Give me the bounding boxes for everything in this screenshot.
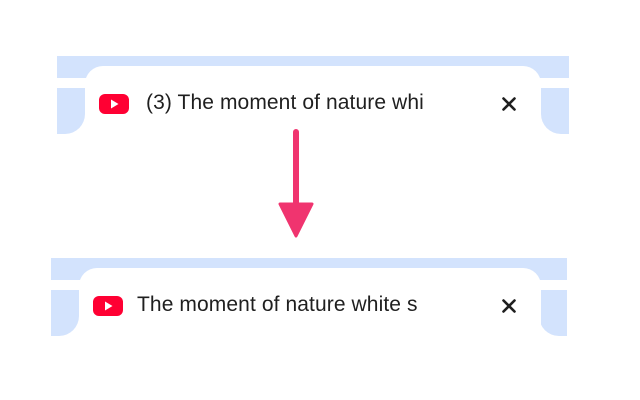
youtube-icon <box>93 296 123 316</box>
comparison-stage: (3) The moment of nature whi The moment … <box>0 0 640 400</box>
tab-strip-after: The moment of nature white s <box>51 258 567 336</box>
tab-title-fade <box>427 288 485 320</box>
tab-flare-right <box>539 290 567 336</box>
browser-tab-after[interactable]: The moment of nature white s <box>79 268 541 336</box>
youtube-icon <box>99 94 129 114</box>
arrow-down-icon <box>276 128 316 242</box>
tab-title-fade <box>421 86 479 118</box>
close-icon[interactable] <box>497 294 521 318</box>
close-icon[interactable] <box>497 92 521 116</box>
tab-strip-before: (3) The moment of nature whi <box>57 56 569 134</box>
browser-tab-before[interactable]: (3) The moment of nature whi <box>85 66 541 134</box>
tab-flare-right <box>541 88 569 134</box>
